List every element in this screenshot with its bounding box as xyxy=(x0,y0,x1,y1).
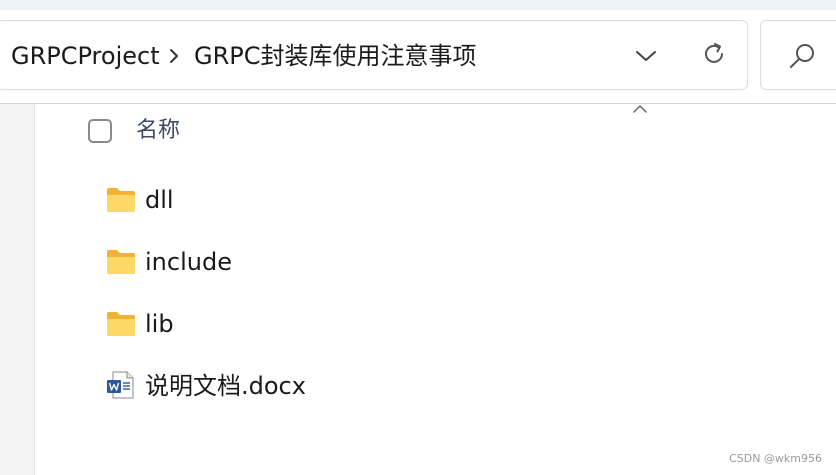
breadcrumb-current[interactable]: GRPC封装库使用注意事项 xyxy=(194,40,477,72)
folder-icon xyxy=(107,250,135,274)
chevron-up-icon xyxy=(633,105,647,113)
file-row-dll[interactable]: dll xyxy=(100,180,800,220)
file-name: dll xyxy=(145,186,174,214)
address-dropdown-button[interactable] xyxy=(628,40,664,72)
chevron-right-icon xyxy=(170,49,178,63)
file-row-lib[interactable]: lib xyxy=(100,304,800,344)
window-top-strip xyxy=(0,0,836,10)
file-name: include xyxy=(145,248,232,276)
refresh-button[interactable] xyxy=(694,36,734,72)
folder-icon xyxy=(107,188,135,212)
file-name: lib xyxy=(145,310,174,338)
file-row-include[interactable]: include xyxy=(100,242,800,282)
watermark: CSDN @wkm956 xyxy=(729,452,822,465)
search-icon xyxy=(790,44,814,68)
file-row-docx[interactable]: 说明文档.docx xyxy=(100,366,800,406)
navigation-pane[interactable] xyxy=(0,104,35,475)
word-document-icon xyxy=(107,371,134,399)
chevron-down-icon xyxy=(636,51,656,61)
breadcrumb-parent[interactable]: GRPCProject xyxy=(11,40,160,72)
refresh-icon xyxy=(705,43,723,63)
file-name: 说明文档.docx xyxy=(145,372,306,400)
toolbar-divider xyxy=(0,103,836,104)
folder-icon xyxy=(107,312,135,336)
select-all-checkbox[interactable] xyxy=(88,119,112,143)
column-header-name[interactable]: 名称 xyxy=(136,116,180,146)
